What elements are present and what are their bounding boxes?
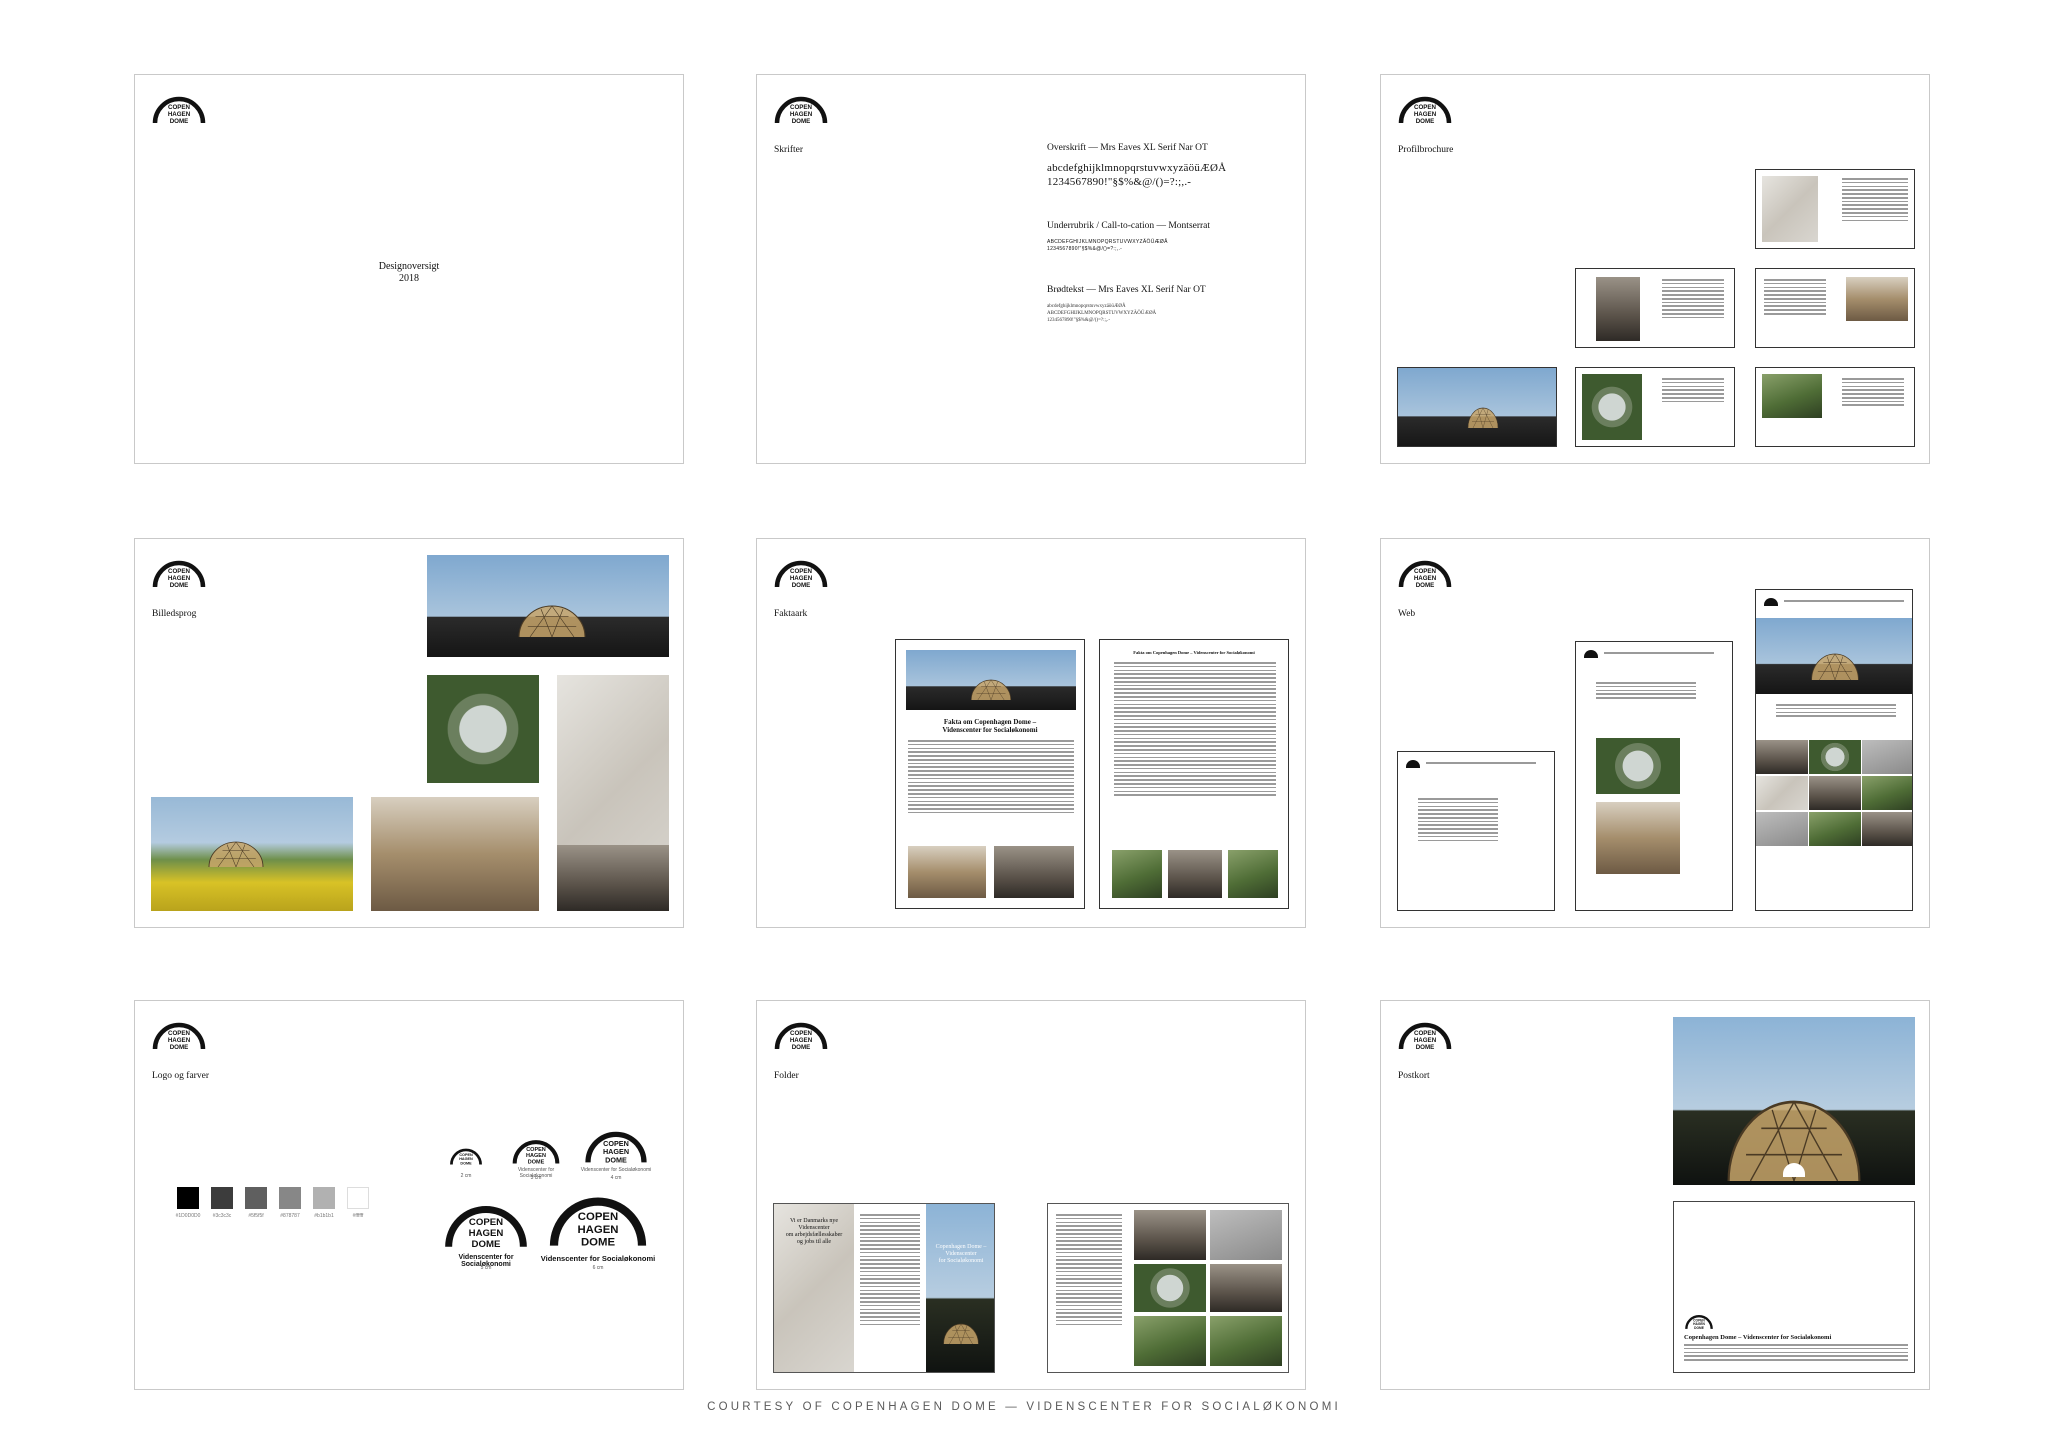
color-swatch-label: #ffffff	[352, 1213, 364, 1219]
logo-size-caption: 4 cm	[610, 1175, 622, 1181]
factsheet-page-2: Fakta om Copenhagen Dome – Videnscenter …	[1099, 639, 1289, 909]
brochure-spread	[1755, 268, 1915, 348]
font-heading-glyphs: abcdefghijklmnopqrstuvwxyzäöüÆØÅ	[1047, 162, 1227, 174]
factsheet-subheading: Videnscenter for Socialøkonomi	[942, 726, 1038, 734]
photo-dome-sky	[427, 555, 669, 657]
photo-dome-flowers	[151, 797, 353, 911]
photo-dome-interior	[371, 797, 539, 911]
font-subheading-label: Underrubrik / Call-to-cation — Montserra…	[1047, 221, 1211, 231]
color-swatch-label: #b1b1b1	[314, 1213, 334, 1219]
web-page-home	[1755, 589, 1913, 911]
folder-cover-line: og jobs til alle	[796, 1239, 832, 1245]
copenhagen-dome-logo	[151, 1017, 207, 1053]
web-page-contact	[1397, 751, 1555, 911]
panel-factsheet: Faktaark Fakta om Copenhagen Dome – Vide…	[756, 538, 1306, 928]
folder-back-line: for Socialøkonomi	[938, 1258, 984, 1264]
color-swatch-label: #5f5f5f	[248, 1213, 264, 1219]
font-body-glyphs-upper: ABCDEFGHIJKLMNOPQRSTUVWXYZÄÖÜÆØÅ	[1047, 311, 1157, 316]
panel-fonts: Skrifter Overskrift — Mrs Eaves XL Serif…	[756, 74, 1306, 464]
folder-cover-line: Videnscenter	[798, 1225, 830, 1231]
font-subheading-block: Underrubrik / Call-to-cation — Montserra…	[1047, 221, 1210, 253]
panel-imagery: Billedsprog	[134, 538, 684, 928]
folder-cover-line: om arbejdsfællesskaber	[785, 1232, 843, 1238]
folder-cover-line: Vi er Danmarks nye	[789, 1218, 839, 1224]
copenhagen-dome-logo	[1397, 91, 1453, 127]
brochure-spread	[1755, 367, 1915, 447]
factsheet-heading: Fakta om Copenhagen Dome –	[943, 718, 1037, 726]
copenhagen-dome-logo	[1684, 1312, 1714, 1331]
postcard-heading: Copenhagen Dome – Videnscenter for Socia…	[1684, 1334, 1832, 1341]
folder-outside: Vi er Danmarks nye Videnscenter om arbej…	[773, 1203, 995, 1373]
font-body-numbers: 1234567890!"§$%&@/()=?:;,.-	[1047, 318, 1111, 323]
cover-title: Designoversigt 2018	[135, 261, 683, 285]
copenhagen-dome-logo	[1397, 1017, 1453, 1053]
copenhagen-dome-logo	[151, 555, 207, 591]
color-swatch-label: #1D0D0D0	[175, 1213, 201, 1219]
panel-title: Web	[1398, 609, 1416, 619]
copenhagen-dome-logo	[773, 91, 829, 127]
logo-size-caption: 5 cm	[480, 1265, 492, 1271]
panel-folder: Folder Vi er Danmarks nye Videnscenter o…	[756, 1000, 1306, 1390]
color-swatch	[211, 1187, 233, 1209]
panel-title: Folder	[774, 1071, 799, 1081]
logo-6cm	[545, 1187, 651, 1253]
brochure-spread	[1755, 169, 1915, 249]
color-swatch	[313, 1187, 335, 1209]
logo-tagline: Videnscenter for Socialøkonomi	[580, 1167, 652, 1173]
font-subheading-glyphs: ABCDEFGHIJKLMNOPQRSTUVWXYZÄÖÜÆØÅ	[1047, 239, 1168, 245]
logo-size-caption: 3 cm	[530, 1175, 542, 1181]
font-heading-label: Overskrift — Mrs Eaves XL Serif Nar OT	[1047, 143, 1208, 153]
brochure-spread	[1575, 367, 1735, 447]
font-subheading-numbers: 1234567890!"§$%&@/()=?:;,.-	[1047, 246, 1123, 252]
logo-size-caption: 6 cm	[592, 1265, 604, 1271]
cover-year: 2018	[399, 273, 419, 284]
font-body-block: Brødtekst — Mrs Eaves XL Serif Nar OT ab…	[1047, 285, 1206, 324]
photo-dome-aerial	[427, 675, 539, 783]
color-swatch	[279, 1187, 301, 1209]
panel-title: Billedsprog	[152, 609, 197, 619]
factsheet-page2-heading: Fakta om Copenhagen Dome – Videnscenter …	[1133, 650, 1255, 655]
cover-title-text: Designoversigt	[378, 261, 440, 272]
logo-5cm	[441, 1197, 531, 1253]
color-swatch	[347, 1187, 369, 1209]
panel-title: Faktaark	[774, 609, 808, 619]
panel-logo-colors: Logo og farver #1D0D0D0 #3c3c3c #5f5f5f …	[134, 1000, 684, 1390]
panel-brochure: Profilbrochure	[1380, 74, 1930, 464]
logo-2cm	[449, 1145, 483, 1167]
copenhagen-dome-logo	[773, 555, 829, 591]
photo-people	[557, 845, 669, 911]
copenhagen-dome-logo	[1397, 555, 1453, 591]
panel-title: Postkort	[1398, 1071, 1430, 1081]
folder-inside	[1047, 1203, 1289, 1373]
font-heading-numbers: 1234567890!"§$%&@/()=?:;,.-	[1047, 176, 1192, 188]
folder-back-line: Videnscenter	[945, 1251, 977, 1257]
factsheet-page-1: Fakta om Copenhagen Dome – Videnscenter …	[895, 639, 1085, 909]
panel-postcard: Postkort Copenhagen Dome – Videnscenter …	[1380, 1000, 1930, 1390]
folder-back-line: Copenhagen Dome –	[935, 1244, 987, 1250]
copenhagen-dome-logo	[151, 91, 207, 127]
panel-title: Skrifter	[774, 145, 804, 155]
postcard-back: Copenhagen Dome – Videnscenter for Socia…	[1673, 1201, 1915, 1373]
postcard-front	[1673, 1017, 1915, 1185]
font-body-glyphs-lower: abcdefghijklmnopqrstuvwxyzäöüÆØÅ	[1047, 304, 1126, 309]
logo-tagline: Videnscenter for Socialøkonomi	[540, 1254, 656, 1263]
font-body-label: Brødtekst — Mrs Eaves XL Serif Nar OT	[1047, 285, 1206, 295]
logo-size-caption: 2 cm	[460, 1173, 472, 1179]
web-page-about	[1575, 641, 1733, 911]
logo-4cm	[583, 1125, 649, 1167]
brochure-spread	[1575, 268, 1735, 348]
color-swatch	[177, 1187, 199, 1209]
color-swatch	[245, 1187, 267, 1209]
font-heading-block: Overskrift — Mrs Eaves XL Serif Nar OT a…	[1047, 143, 1226, 189]
panel-title: Logo og farver	[152, 1071, 209, 1081]
footer-credit: COURTESY OF COPENHAGEN DOME — VIDENSCENT…	[707, 1401, 1341, 1413]
panel-web: Web	[1380, 538, 1930, 928]
panel-cover: Designoversigt 2018	[134, 74, 684, 464]
color-swatch-label: #3c3c3c	[212, 1213, 232, 1219]
copenhagen-dome-logo	[773, 1017, 829, 1053]
brochure-cover	[1397, 367, 1557, 447]
color-swatch-label: #878787	[280, 1213, 300, 1219]
panel-title: Profilbrochure	[1398, 145, 1454, 155]
logo-3cm	[511, 1135, 561, 1167]
